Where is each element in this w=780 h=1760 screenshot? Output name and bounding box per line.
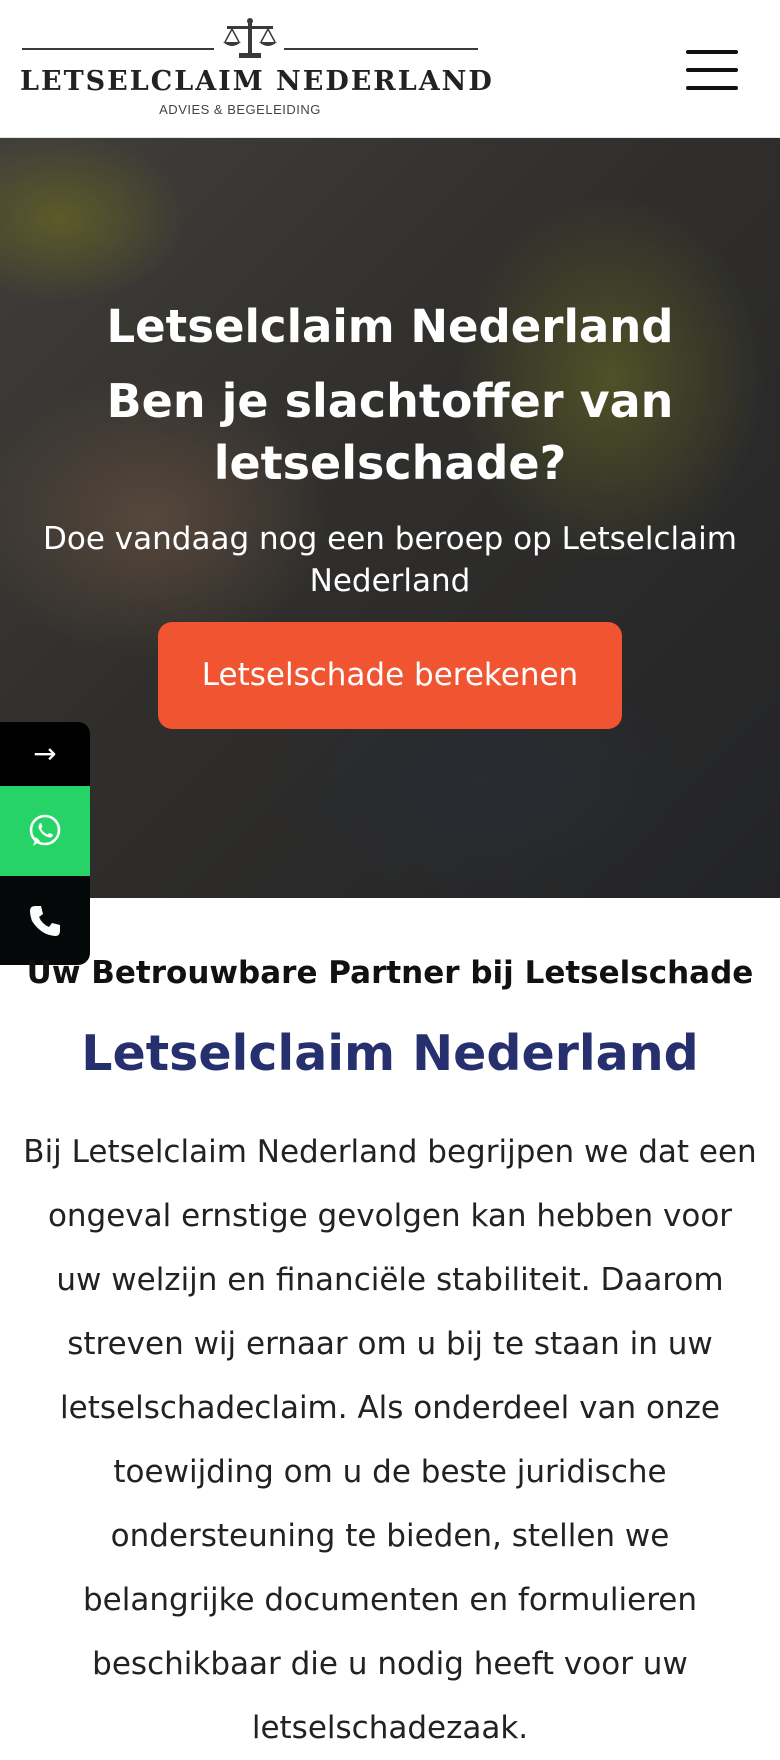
- phone-button[interactable]: [0, 876, 90, 965]
- section-kicker: Uw Betrouwbare Partner bij Letselschade: [26, 955, 754, 991]
- floating-contact-bar: →: [0, 722, 90, 965]
- logo-tagline: ADVIES & BEGELEIDING: [159, 102, 321, 117]
- hero-subtitle: Ben je slachtoffer van letselschade?: [106, 374, 674, 490]
- hero-section: Letselclaim Nederland Ben je slachtoffer…: [0, 138, 780, 898]
- section-title: Letselclaim Nederland: [81, 1025, 699, 1082]
- calculate-claim-button[interactable]: Letselschade berekenen: [158, 622, 622, 729]
- hamburger-menu-icon[interactable]: [686, 50, 738, 90]
- scales-of-justice-icon: [223, 18, 277, 58]
- whatsapp-button[interactable]: [0, 786, 90, 876]
- arrow-right-icon[interactable]: →: [0, 722, 90, 786]
- phone-icon: [30, 906, 60, 936]
- logo-divider-right: [284, 48, 478, 50]
- logo-brand-name: LETSELCLAIM NEDERLAND: [20, 66, 494, 97]
- site-logo[interactable]: LETSELCLAIM NEDERLAND ADVIES & BEGELEIDI…: [20, 18, 494, 118]
- logo-divider-left: [22, 48, 214, 50]
- hero-text: Doe vandaag nog een beroep op Letselclai…: [43, 521, 737, 599]
- whatsapp-icon: [29, 814, 61, 846]
- intro-paragraph: Bij Letselclaim Nederland begrijpen we d…: [23, 1134, 757, 1746]
- hero-title: Letselclaim Nederland: [106, 300, 674, 353]
- site-header: LETSELCLAIM NEDERLAND ADVIES & BEGELEIDI…: [0, 0, 780, 138]
